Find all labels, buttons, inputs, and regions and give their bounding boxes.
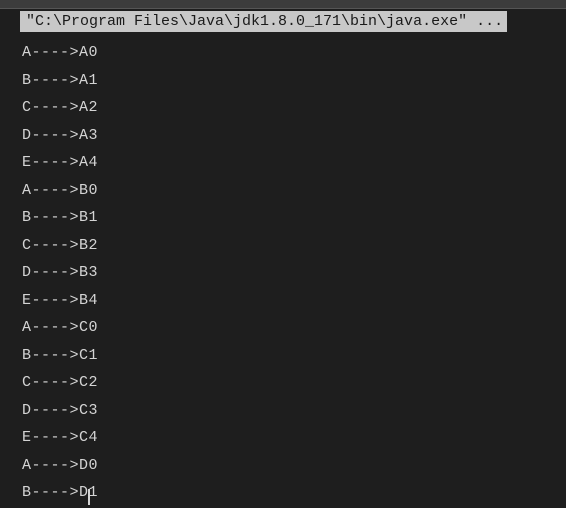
output-line: A---->A0 <box>22 39 566 67</box>
output-line: E---->C4 <box>22 424 566 452</box>
output-line: C---->A2 <box>22 94 566 122</box>
window-top-bar <box>0 0 566 9</box>
console-output: A---->A0 B---->A1 C---->A2 D---->A3 E---… <box>0 32 566 507</box>
output-line: B---->C1 <box>22 342 566 370</box>
console-panel: "C:\Program Files\Java\jdk1.8.0_171\bin\… <box>0 9 566 507</box>
output-line: D---->C3 <box>22 397 566 425</box>
output-line: B---->A1 <box>22 67 566 95</box>
command-header: "C:\Program Files\Java\jdk1.8.0_171\bin\… <box>20 11 507 32</box>
output-line: A---->C0 <box>22 314 566 342</box>
output-line: A---->D0 <box>22 452 566 480</box>
output-line: E---->B4 <box>22 287 566 315</box>
output-line: B---->D1 <box>22 479 566 507</box>
output-line: B---->B1 <box>22 204 566 232</box>
text-cursor <box>88 489 90 505</box>
output-line: D---->A3 <box>22 122 566 150</box>
output-line: E---->A4 <box>22 149 566 177</box>
output-line: D---->B3 <box>22 259 566 287</box>
output-line: C---->C2 <box>22 369 566 397</box>
output-line: A---->B0 <box>22 177 566 205</box>
output-line: C---->B2 <box>22 232 566 260</box>
